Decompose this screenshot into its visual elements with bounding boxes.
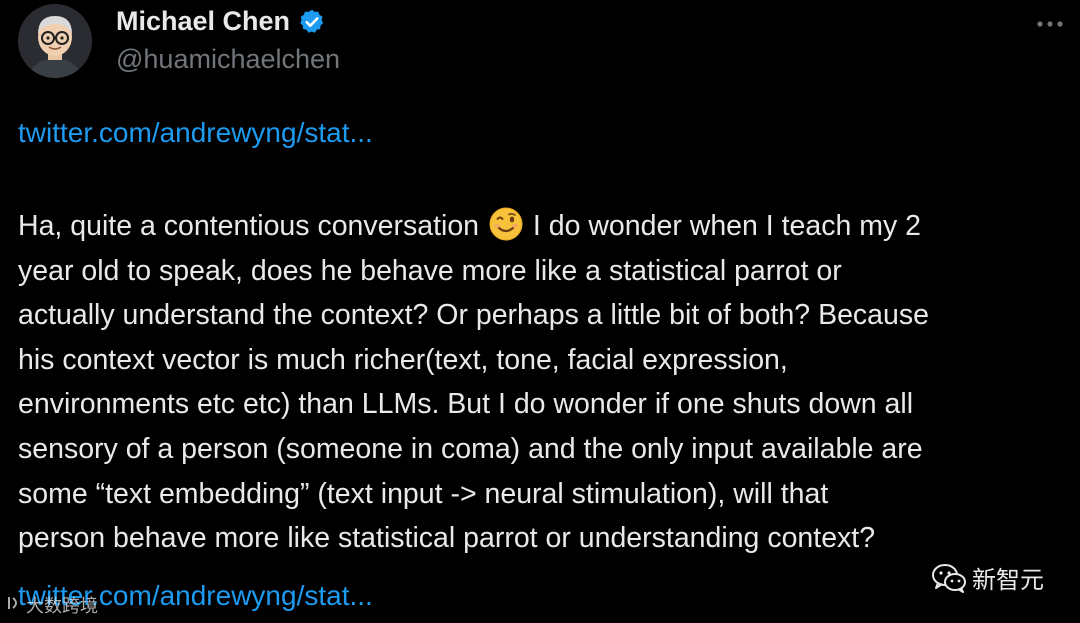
tweet-body-part-1: Ha, quite a contentious conversation [18, 210, 487, 242]
wechat-icon [932, 563, 966, 593]
author-name-row: Michael Chen [116, 6, 326, 37]
tweet-body-part-2: I do wonder when I teach my 2 year old t… [18, 210, 929, 555]
watermark-right-label: 新智元 [972, 566, 1044, 594]
watermark-left-label: 大数跨境 [26, 596, 98, 617]
quoted-tweet-link-top[interactable]: twitter.com/andrewyng/stat... [18, 117, 373, 149]
watermark-left: 大数跨境 [6, 592, 98, 618]
watermark-right: 新智元 [932, 560, 1044, 595]
author-handle[interactable]: @huamichaelchen [116, 44, 340, 75]
author-display-name[interactable]: Michael Chen [116, 6, 290, 37]
tweet: Michael Chen @huamichaelchen twitter.com… [0, 0, 1080, 623]
more-options-icon[interactable] [1036, 12, 1064, 36]
tweet-body-text: Ha, quite a contentious conversation I d… [18, 204, 1078, 561]
watermark-left-logo-icon [6, 595, 22, 616]
avatar[interactable] [18, 4, 92, 78]
winking-face-emoji-icon [489, 207, 523, 241]
verified-badge-icon [298, 8, 326, 36]
